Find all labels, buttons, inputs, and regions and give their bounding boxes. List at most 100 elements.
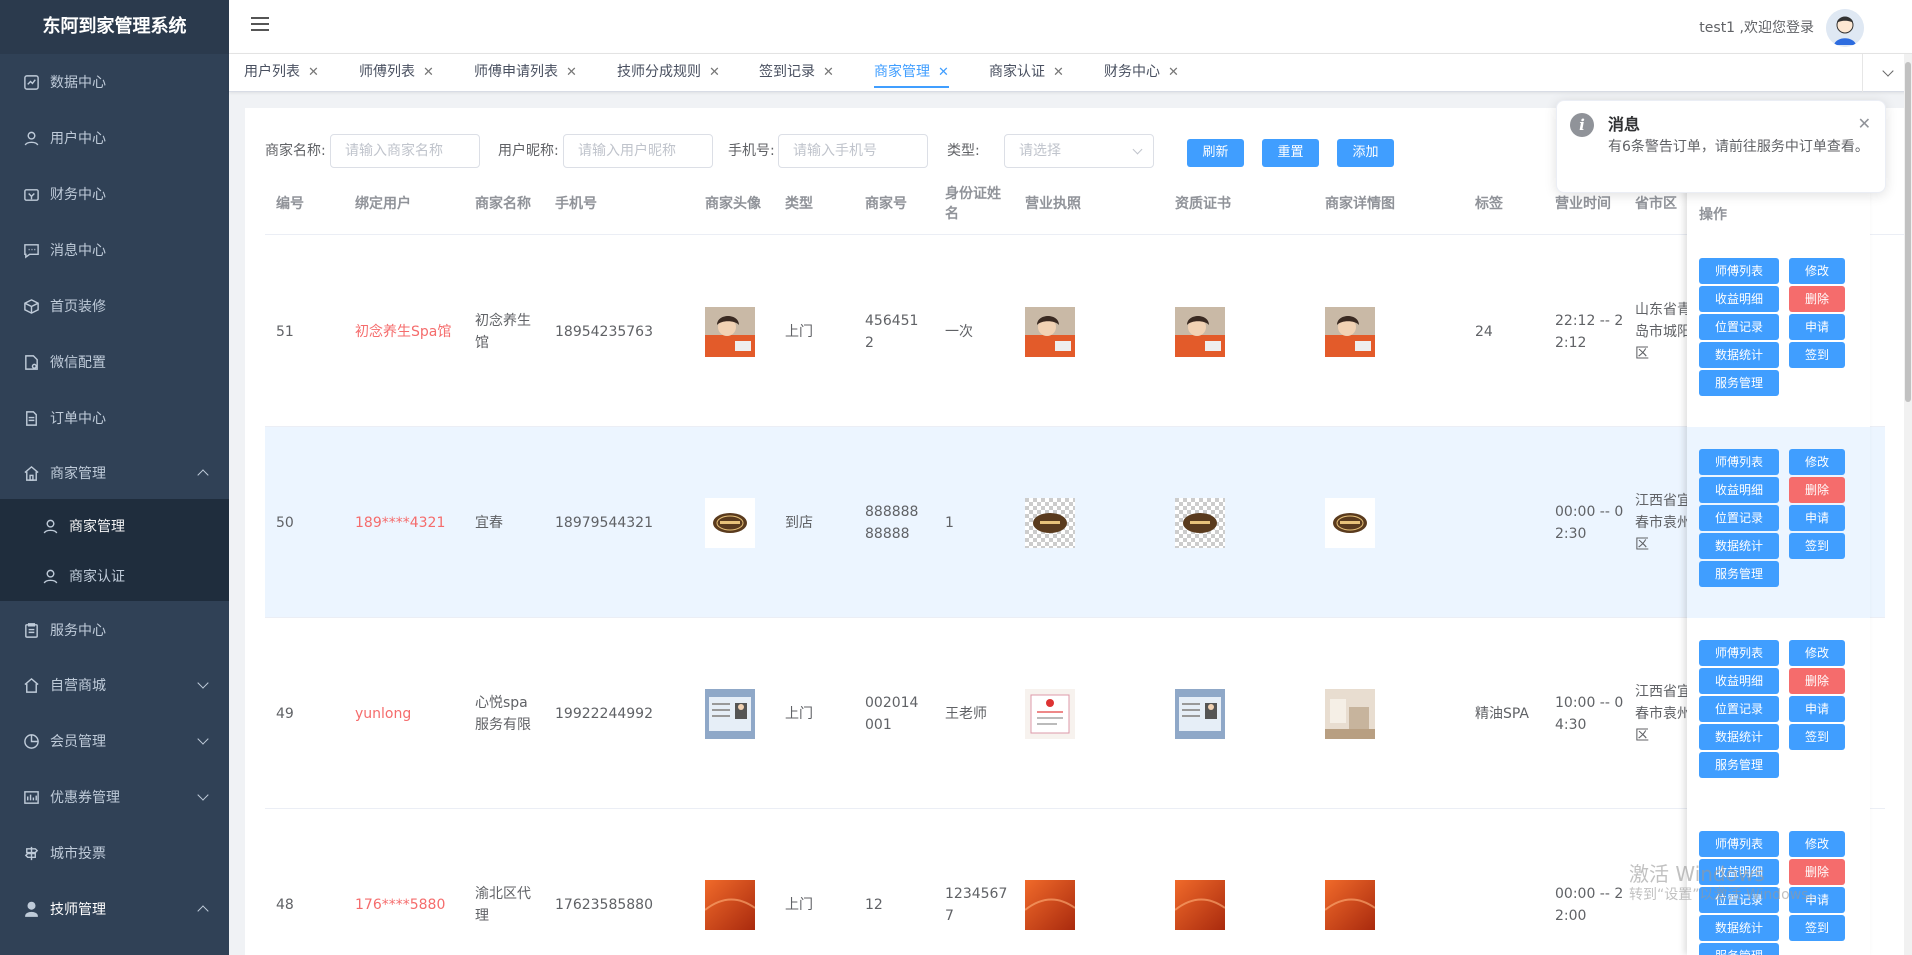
location-button[interactable]: 位置记录 [1699,505,1779,531]
thumbnail-image[interactable] [1025,879,1075,930]
tab-tech-split[interactable]: 技师分成规则 ✕ [617,54,720,92]
page-scrollbar[interactable] [1904,54,1912,955]
stats-button[interactable]: 数据统计 [1699,533,1779,559]
masters-button[interactable]: 师傅列表 [1699,640,1779,666]
service-button[interactable]: 服务管理 [1699,370,1779,396]
close-icon[interactable]: ✕ [709,65,720,80]
masters-button[interactable]: 师傅列表 [1699,449,1779,475]
sidebar-item-label: 数据中心 [50,75,106,91]
thumbnail-image[interactable] [1325,688,1375,739]
income-button[interactable]: 收益明细 [1699,668,1779,694]
thumbnail-image[interactable] [1325,497,1375,548]
refresh-button[interactable]: 刷新 [1187,139,1244,167]
edit-button[interactable]: 修改 [1789,449,1845,475]
sidebar-subitem-merchant-auth[interactable]: 商家认证 [0,551,229,601]
cell-user[interactable]: 189****4321 [355,427,470,618]
service-button[interactable]: 服务管理 [1699,752,1779,778]
sidebar-item-messages[interactable]: 消息中心 [0,222,229,278]
stats-button[interactable]: 数据统计 [1699,724,1779,750]
tab-master-apply[interactable]: 师傅申请列表 ✕ [474,54,577,92]
scrollbar-thumb[interactable] [1905,62,1911,402]
delete-button[interactable]: 删除 [1789,859,1845,885]
close-icon[interactable]: ✕ [938,65,949,80]
tab-merchant-manage[interactable]: 商家管理 ✕ [874,54,949,92]
sidebar-item-merchants[interactable]: 商家管理 [0,445,229,501]
sidebar-item-finance[interactable]: 财务中心 [0,166,229,222]
tab-finance[interactable]: 财务中心 ✕ [1104,54,1179,92]
cell-user[interactable]: yunlong [355,618,470,809]
reset-button[interactable]: 重置 [1262,139,1319,167]
income-button[interactable]: 收益明细 [1699,477,1779,503]
type-select[interactable]: 请选择 [1004,134,1154,168]
table-row: 51 初念养生Spa馆 初念养生馆 18954235763 上门 4564512 一次 24 2… [265,236,1885,427]
masters-button[interactable]: 师傅列表 [1699,831,1779,857]
stats-button[interactable]: 数据统计 [1699,915,1779,941]
cell-user[interactable]: 初念养生Spa馆 [355,236,470,427]
stats-button[interactable]: 数据统计 [1699,342,1779,368]
sidebar-item-orders[interactable]: 订单中心 [0,390,229,446]
close-icon[interactable]: ✕ [566,65,577,80]
edit-button[interactable]: 修改 [1789,258,1845,284]
hamburger-menu-icon[interactable] [251,17,269,35]
checkin-button[interactable]: 签到 [1789,342,1845,368]
phone-input[interactable]: 请输入手机号 [778,134,928,168]
sidebar-item-user-center[interactable]: 用户中心 [0,110,229,166]
thumbnail-image[interactable] [1175,879,1225,930]
tab-user-list[interactable]: 用户列表 ✕ [244,54,319,92]
delete-button[interactable]: 删除 [1789,286,1845,312]
close-icon[interactable]: ✕ [423,65,434,80]
income-button[interactable]: 收益明细 [1699,286,1779,312]
service-button[interactable]: 服务管理 [1699,561,1779,587]
thumbnail-image[interactable] [705,497,755,548]
thumbnail-image[interactable] [1325,879,1375,930]
delete-button[interactable]: 删除 [1789,668,1845,694]
sidebar-item-members[interactable]: 会员管理 [0,713,229,769]
service-button[interactable]: 服务管理 [1699,943,1779,955]
apply-button[interactable]: 申请 [1789,314,1845,340]
delete-button[interactable]: 删除 [1789,477,1845,503]
sidebar-item-service[interactable]: 服务中心 [0,602,229,658]
add-button[interactable]: 添加 [1337,139,1394,167]
close-icon[interactable]: ✕ [1053,65,1064,80]
close-icon[interactable]: ✕ [1168,65,1179,80]
thumbnail-image[interactable] [1025,306,1075,357]
close-icon[interactable]: ✕ [823,65,834,80]
apply-button[interactable]: 申请 [1789,505,1845,531]
sidebar-item-home-decor[interactable]: 首页装修 [0,278,229,334]
cell-user[interactable]: 176****5880 [355,809,470,955]
location-button[interactable]: 位置记录 [1699,314,1779,340]
sidebar-item-city-vote[interactable]: 城市投票 [0,825,229,881]
tab-master-list[interactable]: 师傅列表 ✕ [359,54,434,92]
thumbnail-image[interactable] [1175,306,1225,357]
avatar[interactable] [1826,9,1864,47]
thumbnail-image[interactable] [705,688,755,739]
cell-time: 22:12 -- 22:12 [1555,312,1624,351]
thumbnail-image[interactable] [1025,497,1075,548]
sidebar-item-data-center[interactable]: 数据中心 [0,54,229,110]
sidebar-item-coupons[interactable]: 优惠券管理 [0,769,229,825]
edit-button[interactable]: 修改 [1789,640,1845,666]
apply-button[interactable]: 申请 [1789,696,1845,722]
thumbnail-image[interactable] [705,879,755,930]
sidebar-item-wechat[interactable]: 微信配置 [0,334,229,390]
checkin-button[interactable]: 签到 [1789,915,1845,941]
thumbnail-image[interactable] [1025,688,1075,739]
close-icon[interactable]: ✕ [1858,114,1871,133]
thumbnail-image[interactable] [705,306,755,357]
sidebar-item-mall[interactable]: 自营商城 [0,657,229,713]
nickname-input[interactable]: 请输入用户昵称 [563,134,713,168]
thumbnail-image[interactable] [1175,688,1225,739]
checkin-button[interactable]: 签到 [1789,724,1845,750]
close-icon[interactable]: ✕ [308,65,319,80]
location-button[interactable]: 位置记录 [1699,696,1779,722]
sidebar-subitem-merchant-manage[interactable]: 商家管理 [0,501,229,551]
sidebar-item-technicians[interactable]: 技师管理 [0,881,229,937]
merchant-name-input[interactable]: 请输入商家名称 [330,134,480,168]
masters-button[interactable]: 师傅列表 [1699,258,1779,284]
thumbnail-image[interactable] [1175,497,1225,548]
checkin-button[interactable]: 签到 [1789,533,1845,559]
thumbnail-image[interactable] [1325,306,1375,357]
tab-checkin[interactable]: 签到记录 ✕ [759,54,834,92]
edit-button[interactable]: 修改 [1789,831,1845,857]
tab-merchant-auth[interactable]: 商家认证 ✕ [989,54,1064,92]
